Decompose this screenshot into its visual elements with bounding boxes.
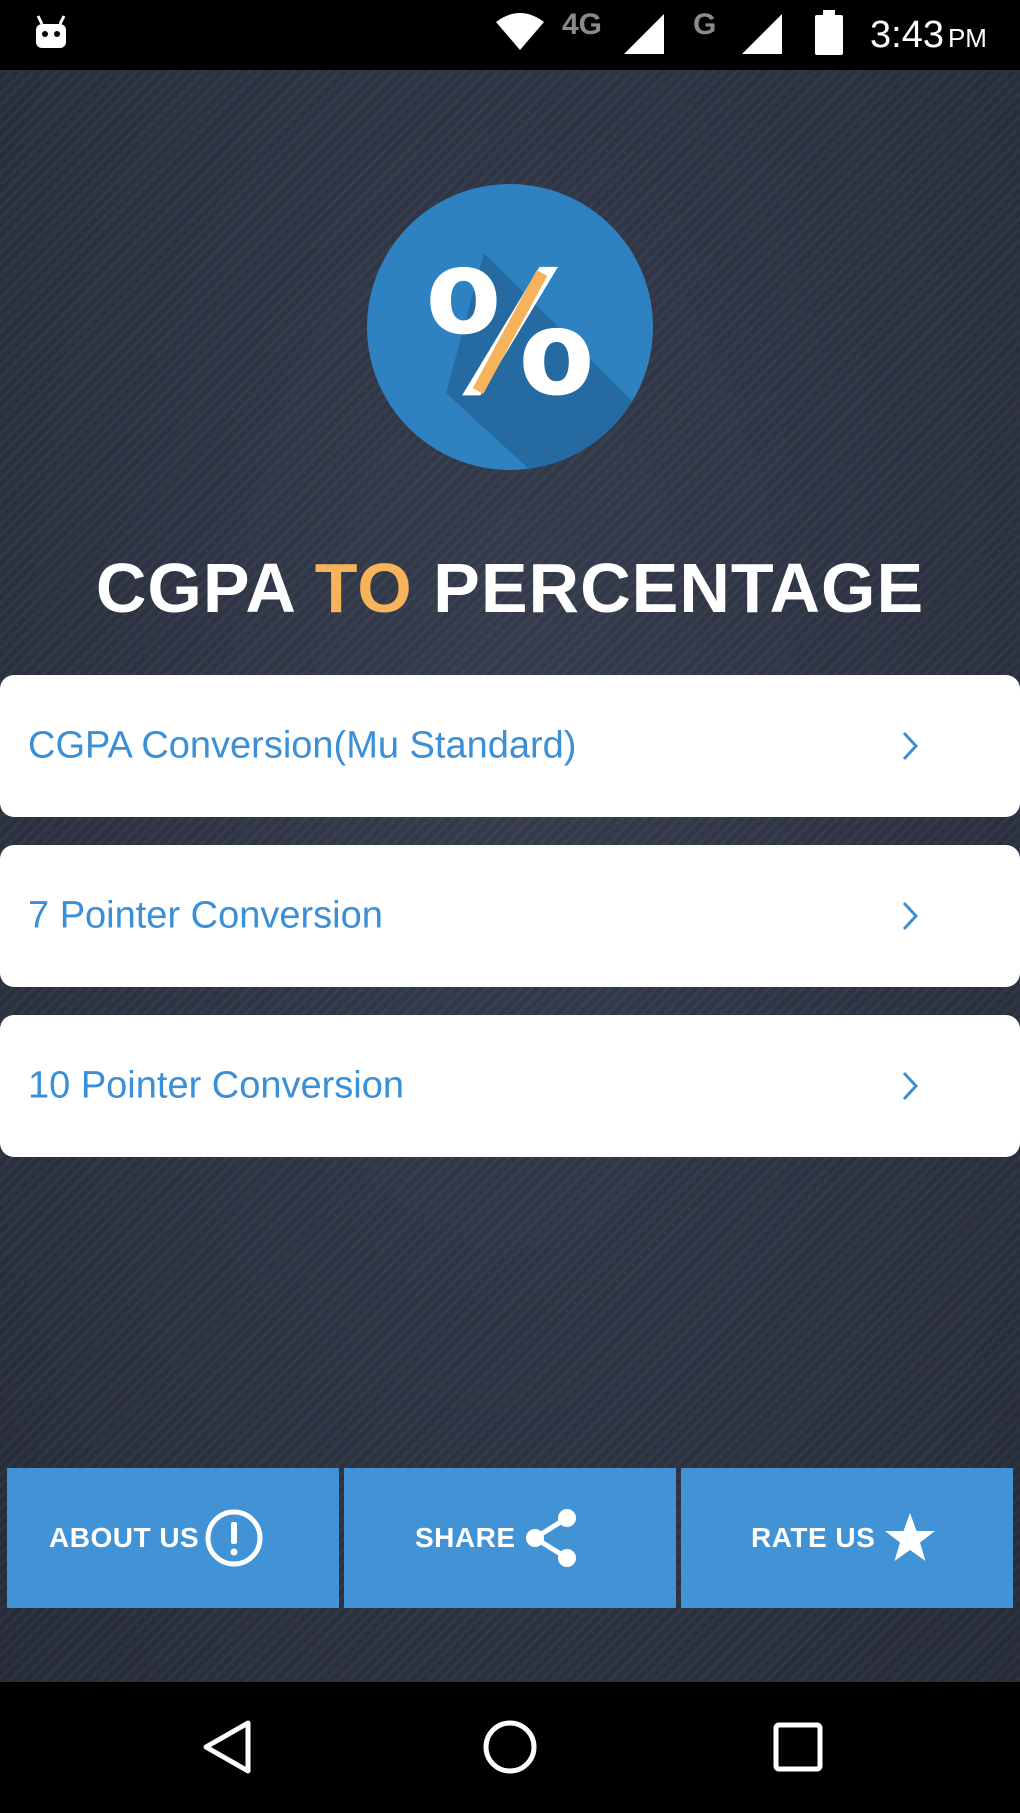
page-title: CGPA TO PERCENTAGE xyxy=(0,548,1020,628)
star-icon xyxy=(885,1513,935,1561)
chevron-right-icon xyxy=(902,1071,918,1101)
battery-icon xyxy=(815,10,843,55)
share-icon xyxy=(526,1509,576,1567)
recents-square-icon[interactable] xyxy=(766,1715,830,1779)
android-notification-icon xyxy=(36,15,66,48)
about-us-label: ABOUT US xyxy=(49,1522,200,1553)
menu-item-7-pointer[interactable]: 7 Pointer Conversion xyxy=(0,845,1020,987)
home-circle-icon[interactable] xyxy=(478,1715,542,1779)
rate-us-label: RATE US xyxy=(751,1522,876,1553)
share-label: SHARE xyxy=(415,1522,516,1553)
rate-us-button[interactable]: RATE US xyxy=(681,1468,1013,1608)
menu-item-label: 7 Pointer Conversion xyxy=(28,894,383,937)
status-bar: 4G G 3:43 PM xyxy=(0,0,1020,70)
clock-ampm: PM xyxy=(947,23,987,53)
system-nav-bar xyxy=(0,1682,1020,1813)
back-triangle-icon[interactable] xyxy=(196,1715,260,1779)
menu-item-cgpa-mu-standard[interactable]: CGPA Conversion(Mu Standard) xyxy=(0,675,1020,817)
share-button[interactable]: SHARE xyxy=(344,1468,676,1608)
about-us-button[interactable]: ABOUT US xyxy=(7,1468,339,1608)
main-screen: % CGPA TO PERCENTAGE CGPA Conversion(Mu … xyxy=(0,70,1020,1682)
title-percentage: PERCENTAGE xyxy=(433,549,925,627)
signal-strength-icon xyxy=(624,14,664,54)
title-cgpa: CGPA xyxy=(95,549,295,627)
network-type-label: 4G xyxy=(562,8,603,41)
clock-time: 3:43 xyxy=(870,14,944,56)
signal-strength-2-icon xyxy=(742,14,782,54)
chevron-right-icon xyxy=(902,901,918,931)
menu-item-label: CGPA Conversion(Mu Standard) xyxy=(28,724,577,767)
chevron-right-icon xyxy=(902,731,918,761)
info-icon xyxy=(205,1509,263,1567)
percent-logo-icon: % xyxy=(367,184,653,470)
wifi-icon xyxy=(496,13,544,50)
title-to: TO xyxy=(314,549,413,627)
network2-type-label: G xyxy=(693,8,717,41)
menu-item-10-pointer[interactable]: 10 Pointer Conversion xyxy=(0,1015,1020,1157)
menu-item-label: 10 Pointer Conversion xyxy=(28,1064,404,1107)
status-clock: 3:43 PM xyxy=(870,14,987,57)
